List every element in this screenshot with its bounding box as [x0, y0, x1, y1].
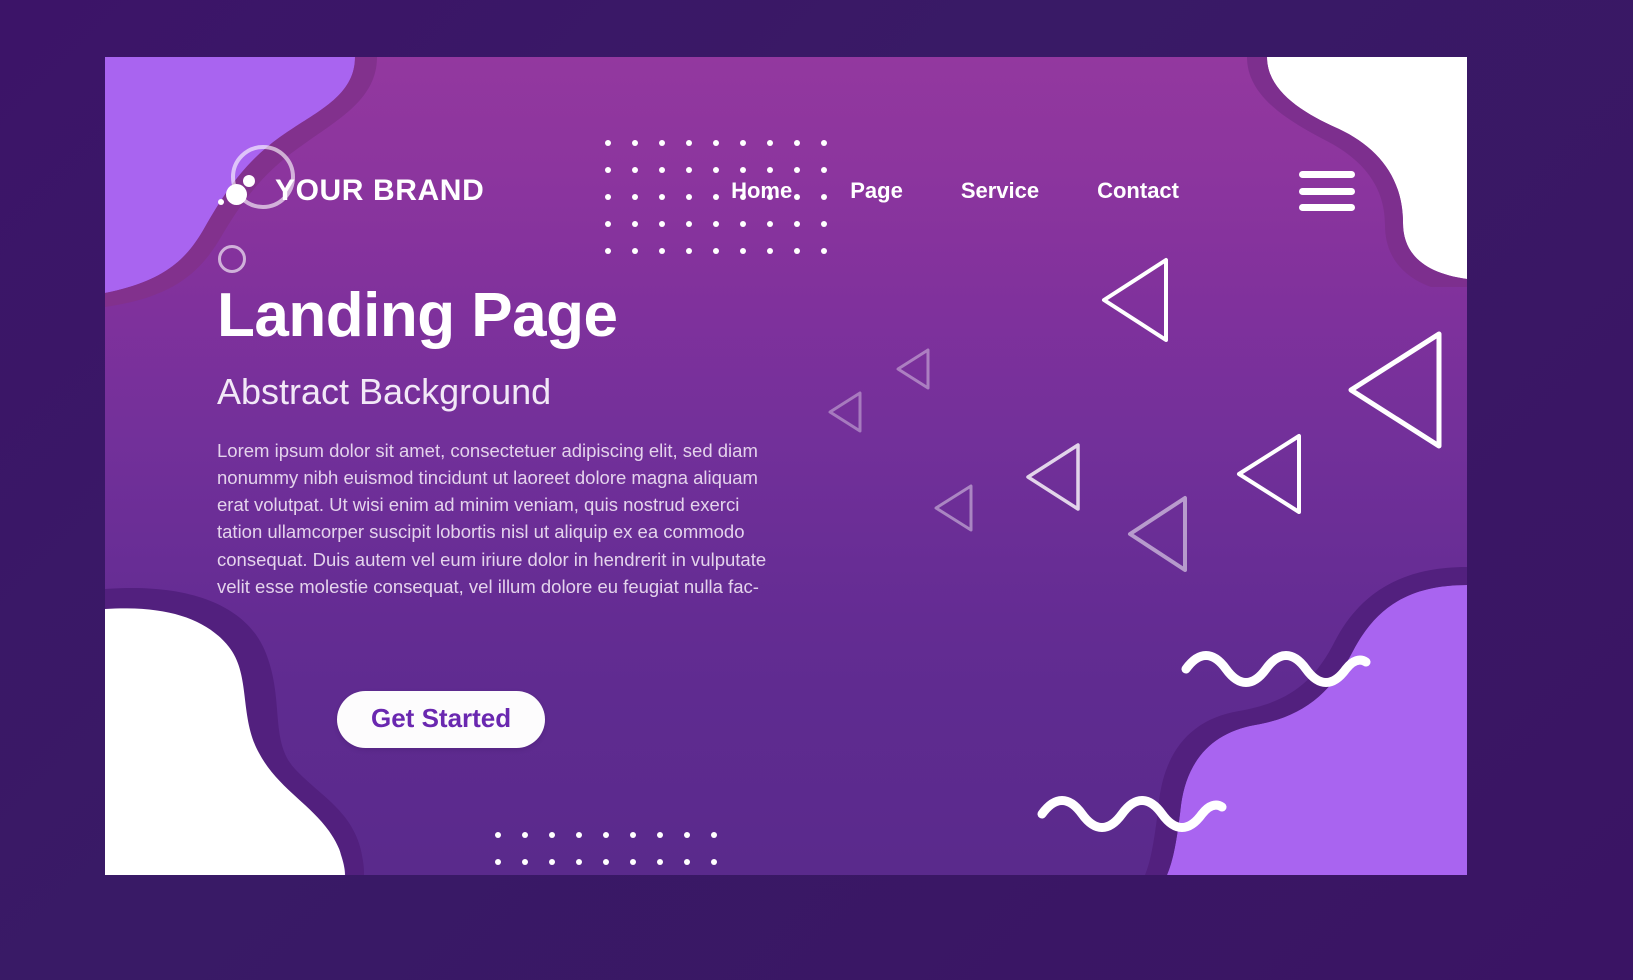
- dot: [767, 248, 773, 254]
- hamburger-bar-3: [1299, 204, 1355, 211]
- dot: [576, 832, 582, 838]
- dot: [605, 140, 611, 146]
- dot: [630, 832, 636, 838]
- dot: [713, 140, 719, 146]
- dot: [495, 859, 501, 865]
- nav-link-home[interactable]: Home: [731, 178, 792, 204]
- triangle-outline-8: [1127, 495, 1189, 573]
- nav-link-service[interactable]: Service: [961, 178, 1039, 204]
- triangle-outline-5: [895, 347, 931, 391]
- dot: [821, 140, 827, 146]
- dot: [522, 832, 528, 838]
- triangle-outline-6: [827, 390, 863, 434]
- logo-dot-small: [218, 199, 224, 205]
- hero-paragraph: Lorem ipsum dolor sit amet, consectetuer…: [217, 439, 767, 597]
- wavy-line-upper: [1181, 649, 1371, 694]
- dot: [603, 832, 609, 838]
- dot: [630, 859, 636, 865]
- dot: [603, 859, 609, 865]
- dot: [659, 248, 665, 254]
- brand-logo[interactable]: YOUR BRAND: [217, 173, 484, 209]
- ring-outline-small: [218, 245, 246, 273]
- dot: [686, 140, 692, 146]
- triangle-outline-1: [1100, 255, 1170, 345]
- nav-link-contact[interactable]: Contact: [1097, 178, 1179, 204]
- dot: [495, 832, 501, 838]
- dot: [632, 140, 638, 146]
- dot: [713, 248, 719, 254]
- circles-logo-icon: [217, 173, 259, 209]
- dot: [794, 140, 800, 146]
- dot: [522, 859, 528, 865]
- dot: [684, 832, 690, 838]
- dot: [740, 140, 746, 146]
- dot: [657, 859, 663, 865]
- brand-name: YOUR BRAND: [275, 174, 485, 207]
- triangle-outline-2: [1347, 329, 1443, 451]
- dot: [576, 859, 582, 865]
- dot: [632, 248, 638, 254]
- dot: [657, 832, 663, 838]
- dot: [686, 248, 692, 254]
- dot: [711, 832, 717, 838]
- wavy-line-lower: [1037, 792, 1227, 837]
- hamburger-bar-2: [1299, 187, 1355, 195]
- landing-page-card: YOUR BRAND Home Page Service Contact Lan…: [105, 57, 1467, 875]
- navbar: YOUR BRAND Home Page Service Contact: [105, 155, 1467, 227]
- hero-subtitle: Abstract Background: [217, 371, 552, 412]
- logo-circle-medium: [243, 175, 255, 187]
- dot: [549, 859, 555, 865]
- dot: [684, 859, 690, 865]
- dot: [549, 832, 555, 838]
- nav-links: Home Page Service Contact: [731, 171, 1355, 211]
- hero-content: Landing Page Abstract Background Lorem i…: [217, 285, 797, 600]
- dot: [821, 248, 827, 254]
- page-title: Landing Page: [217, 281, 618, 350]
- hamburger-menu-icon[interactable]: [1299, 171, 1355, 211]
- triangle-outline-4: [1025, 442, 1081, 512]
- logo-circle-large: [226, 184, 247, 205]
- triangle-outline-7: [933, 483, 975, 533]
- dot: [605, 248, 611, 254]
- dot: [711, 859, 717, 865]
- hamburger-bar-1: [1299, 171, 1355, 178]
- dot: [659, 140, 665, 146]
- get-started-button[interactable]: Get Started: [337, 691, 546, 748]
- dot: [794, 248, 800, 254]
- nav-link-page[interactable]: Page: [850, 178, 903, 204]
- dot: [740, 248, 746, 254]
- triangle-outline-3: [1235, 432, 1303, 516]
- dot: [767, 140, 773, 146]
